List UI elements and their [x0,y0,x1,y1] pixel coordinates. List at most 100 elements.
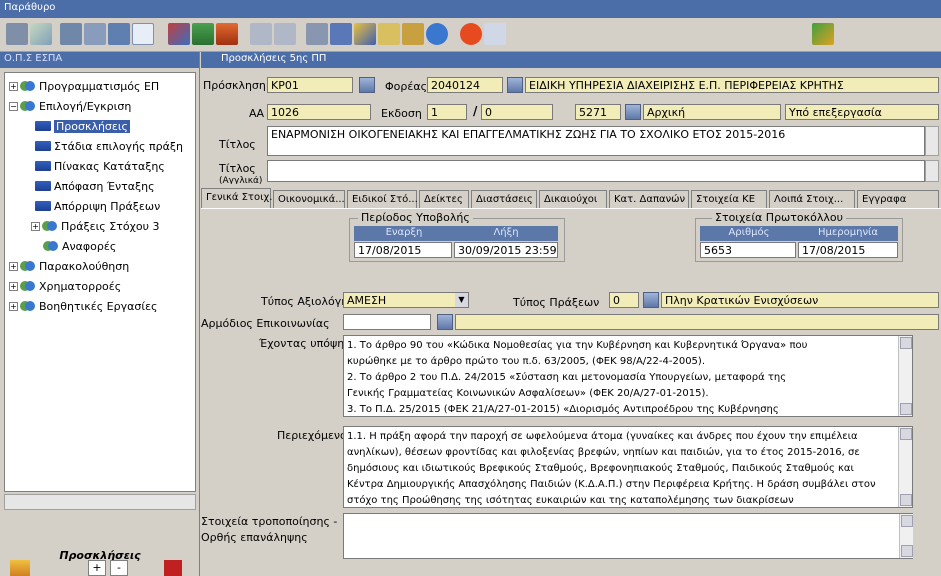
expand-icon[interactable]: + [9,81,18,91]
protocol-number-field[interactable]: 5653 [700,242,796,258]
grid-add-icon[interactable] [192,23,214,45]
stop-icon[interactable] [460,23,482,45]
tab-general[interactable]: Γενικά Στοιχ... [201,188,279,208]
tree-item-monitoring[interactable]: + Παρακολούθηση [9,257,129,275]
tab-dimensions[interactable]: Διαστάσεις [471,190,537,208]
tab-beneficiaries[interactable]: Δικαιούχοι [539,190,607,208]
tree-item-ranking[interactable]: Πίνακας Κατάταξης [35,157,165,175]
tree-item-inclusion[interactable]: Απόφαση Ένταξης [35,177,155,195]
status-lookup-icon[interactable] [625,104,641,120]
evaluation-type-select[interactable]: ΑΜΕΣΗ [343,292,469,308]
title-en-scroll[interactable] [925,160,939,182]
toolbar [0,18,941,52]
submission-period-title: Περίοδος Υποβολής [358,211,473,224]
expand-icon[interactable]: + [31,221,40,231]
form-icon[interactable] [84,23,106,45]
window-icon[interactable] [108,23,130,45]
folder-open-icon[interactable] [10,560,30,576]
considering-scrollbar[interactable] [898,336,912,416]
issue-version-field[interactable]: 0 [481,104,553,120]
folder-icon [43,240,59,252]
tab-expense-categories[interactable]: Κατ. Δαπανών [609,190,689,208]
contact-lookup-icon[interactable] [437,314,453,330]
note-icon[interactable] [484,23,506,45]
invitation-field[interactable]: ΚΡ01 [267,77,353,93]
agency-label: Φορέας [385,80,428,93]
form-icon [35,161,51,171]
help-icon[interactable] [426,23,448,45]
tab-documents[interactable]: Εγγραφα [857,190,939,208]
content-scrollbar[interactable] [898,427,912,507]
tab-financial[interactable]: Οικονομικά... [273,190,345,208]
contact-field[interactable] [343,314,431,330]
grid-delete-icon[interactable] [216,23,238,45]
project-type-code-field[interactable]: 0 [609,292,639,308]
exit-icon[interactable] [164,560,182,576]
tools-icon[interactable] [168,23,190,45]
tree-horizontal-scrollbar[interactable] [4,494,196,510]
add-button[interactable]: + [88,560,106,576]
tree-item-cashflows[interactable]: + Χρηματορροές [9,277,121,295]
tree-item-goal3[interactable]: + Πράξεις Στόχου 3 [31,217,160,235]
aa-label: ΑΑ [249,107,265,120]
folder-icon [20,80,36,92]
printer-icon[interactable] [306,23,328,45]
title-label: Τίτλος [219,138,256,151]
content-memo[interactable]: 1.1. Η πράξη αφορά την παροχή σε ωφελούμ… [343,426,913,508]
invitation-lookup-icon[interactable] [359,77,375,93]
title-scroll[interactable] [925,126,939,156]
end-date-field[interactable]: 30/09/2015 23:59 [454,242,558,258]
save-icon[interactable] [6,23,28,45]
agency-code-field[interactable]: 2040124 [427,77,503,93]
back-arrow-icon[interactable] [812,23,834,45]
considering-memo[interactable]: 1. Το άρθρο 90 του «Κώδικα Νομοθεσίας γι… [343,335,913,417]
form-title: Προσκλήσεις 5ης ΠΠ [201,52,941,68]
tree-item-invitations[interactable]: Προσκλήσεις [35,117,131,135]
tab-special-goals[interactable]: Ειδικοί Στό... [347,190,418,208]
protocol-date-field[interactable]: 17/08/2015 [798,242,898,258]
tab-other-data[interactable]: Λοιπά Στοιχ... [769,190,855,208]
arrow-down-icon[interactable] [274,23,296,45]
print-icon[interactable] [60,23,82,45]
folder-icon [20,100,36,112]
expand-icon[interactable]: + [9,301,18,311]
modifications-scrollbar[interactable] [899,514,913,558]
tree-item-reports[interactable]: Αναφορές [43,237,116,255]
document-icon[interactable] [378,23,400,45]
form-tabs: Γενικά Στοιχ... Οικονομικά... Ειδικοί Στ… [201,188,941,208]
title-en-label: Τίτλος [219,162,256,175]
chevron-down-icon[interactable]: ▼ [455,293,468,307]
contact-name-field [455,314,939,330]
tree-item-programming[interactable]: + Προγραμματισμός ΕΠ [9,77,159,95]
edit-icon[interactable] [354,23,376,45]
search-icon[interactable] [330,23,352,45]
tree-item-rejection[interactable]: Απόρριψη Πράξεων [35,197,160,215]
aa-field[interactable]: 1026 [267,104,371,120]
issue-field[interactable]: 1 [427,104,467,120]
remove-button[interactable]: - [110,560,128,576]
tree-item-auxiliary[interactable]: + Βοηθητικές Εργασίες [9,297,157,315]
modifications-memo[interactable] [343,513,913,559]
content-label: Περιεχόμενο [277,429,347,442]
commit-check-icon[interactable] [30,23,52,45]
start-date-field[interactable]: 17/08/2015 [354,242,452,258]
modifications-sublabel: Ορθής επανάληψης [201,531,308,544]
title-en-field[interactable] [267,160,925,182]
code-field[interactable]: 5271 [575,104,621,120]
agency-lookup-icon[interactable] [507,77,523,93]
tab-indicators[interactable]: Δείκτες [419,190,469,208]
expand-icon[interactable]: + [9,281,18,291]
blank-page-icon[interactable] [132,23,154,45]
project-type-lookup-icon[interactable] [643,292,659,308]
expand-icon[interactable]: + [9,261,18,271]
project-type-name-field: Πλην Κρατικών Ενισχύσεων [661,292,939,308]
title-field[interactable]: ΕΝΑΡΜΟΝΙΣΗ ΟΙΚΟΓΕΝΕΙΑΚΗΣ ΚΑΙ ΕΠΑΓΓΕΛΜΑΤΙ… [267,126,925,156]
form-icon [35,201,51,211]
folder-icon [20,300,36,312]
arrow-up-icon[interactable] [250,23,272,45]
collapse-icon[interactable]: − [9,101,18,111]
tree-item-selection[interactable]: − Επιλογή/Εγκριση [9,97,131,115]
clipboard-icon[interactable] [402,23,424,45]
tab-ke-data[interactable]: Στοιχεία ΚΕ [691,190,767,208]
tree-item-stages[interactable]: Στάδια επιλογής πράξη [35,137,183,155]
